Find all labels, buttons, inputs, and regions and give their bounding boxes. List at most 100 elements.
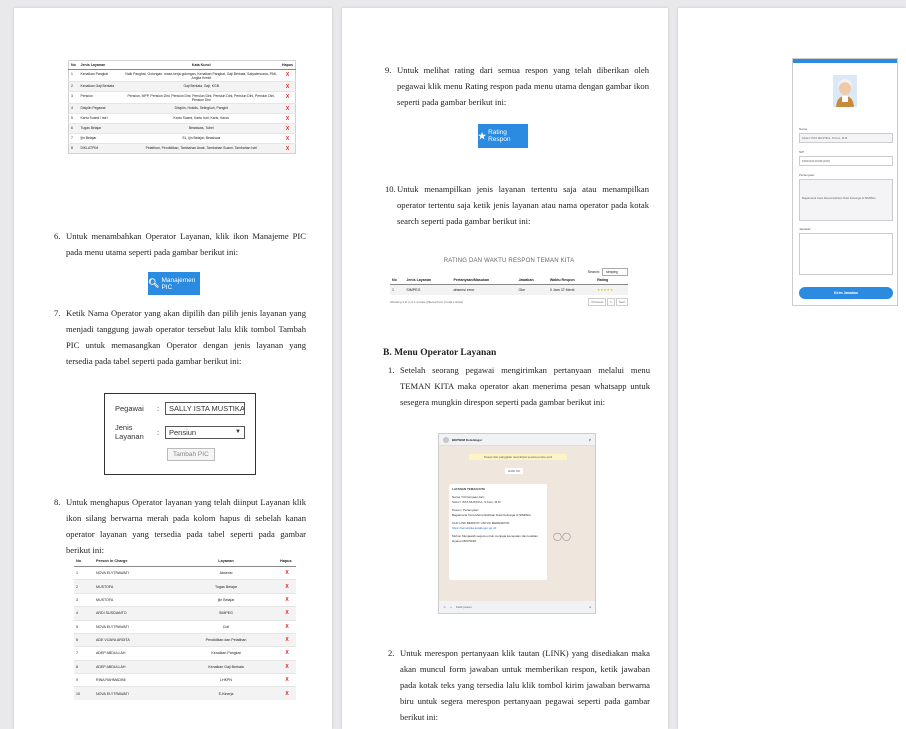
tambah-pic-button[interactable]: Tambah PIC bbox=[167, 448, 215, 461]
kirim-jawaban-button[interactable]: Kirim Jawaban bbox=[799, 287, 893, 299]
table-row: 1 Kenaikan Pangkat Naik Pangkat, Golongan,… bbox=[68, 69, 296, 82]
step-7: 7. Ketik Nama Operator yang akan dipilih… bbox=[54, 305, 306, 369]
col-no: No bbox=[390, 276, 405, 285]
delete-icon[interactable]: X bbox=[280, 123, 296, 134]
step-number: 6. bbox=[54, 231, 61, 241]
delete-icon[interactable]: X bbox=[278, 646, 296, 661]
button-label: Rating Respon bbox=[488, 129, 511, 143]
table-cell: 5 bbox=[68, 113, 79, 124]
step-number: 8. bbox=[54, 497, 61, 507]
table-cell: 2 bbox=[74, 579, 94, 594]
page-1-button[interactable]: 1 bbox=[607, 298, 615, 306]
col-rating: Rating bbox=[595, 276, 628, 285]
col-kata-kunci: Kata Kunci bbox=[122, 60, 281, 70]
table-row: 1 NOVA ELYTRAWATI Absensi X bbox=[74, 565, 296, 580]
pegawai-input[interactable]: SALLY ISTA MUSTIKA, S bbox=[165, 402, 245, 415]
delete-icon[interactable]: X bbox=[280, 81, 296, 92]
delete-icon[interactable]: X bbox=[280, 113, 296, 124]
delete-icon[interactable]: X bbox=[278, 659, 296, 674]
table-cell: 10 bbox=[74, 686, 94, 700]
keyword-table: No Jenis Layanan Kata Kunci Hapus 1 Kenai… bbox=[68, 60, 296, 154]
table-cell: MUSTOFA bbox=[94, 592, 174, 607]
table-cell: Kenaikan Pangkat bbox=[78, 69, 123, 82]
table-row: 6 Tugas Belajar Beasiswa, Tubel X bbox=[68, 123, 296, 134]
jenis-layanan-value: Pensiun bbox=[169, 427, 197, 437]
table-cell: Pensiun bbox=[78, 91, 123, 104]
delete-icon[interactable]: X bbox=[278, 565, 296, 580]
delete-icon[interactable]: X bbox=[280, 91, 296, 104]
delete-icon[interactable]: X bbox=[278, 686, 296, 700]
table-cell: 3 bbox=[74, 592, 94, 607]
table-row: 5 NOVA ELYTRAWATI Cuti X bbox=[74, 619, 296, 634]
table-row: 7 ADEP ABDULLAH Kenaikan Pangkat X bbox=[74, 646, 296, 661]
colon: : bbox=[157, 404, 160, 413]
delete-icon[interactable]: X bbox=[278, 606, 296, 620]
manajemen-pic-button[interactable]: 🔍︎ Manajemen PIC bbox=[148, 272, 200, 295]
delete-icon[interactable]: X bbox=[280, 143, 296, 154]
table-cell: 3 bbox=[68, 91, 79, 104]
jawaban-textarea[interactable] bbox=[799, 233, 893, 275]
table-cell: RINA RAHMADINI bbox=[94, 672, 174, 687]
table-cell: Pendidikan dan Pelatihan bbox=[174, 632, 278, 647]
nip-field[interactable]: 198101012010012002 bbox=[799, 156, 893, 166]
col-jenis-layanan: Jenis Layanan bbox=[78, 60, 123, 70]
step-10: 10. Untuk menampilkan jenis layanan tert… bbox=[385, 181, 649, 229]
pertanyaan-field[interactable]: Bagaimana Cara Menambahkan Data Keluarga… bbox=[799, 179, 893, 221]
search-label: Search: bbox=[587, 270, 600, 274]
col-jenis-layanan: Jenis Layanan bbox=[404, 276, 452, 285]
delete-icon[interactable]: X bbox=[278, 672, 296, 687]
table-cell: 7 bbox=[74, 646, 94, 661]
table-cell: Cuti bbox=[174, 619, 278, 634]
delete-icon[interactable]: X bbox=[278, 579, 296, 594]
rating-table: No Jenis Layanan Pertanyaan/Masukan Jawa… bbox=[390, 276, 628, 295]
table-cell: NOVA ELYTRAWATI bbox=[94, 686, 174, 700]
col-person-in-charge: Person In Charge bbox=[94, 556, 174, 567]
nama-field[interactable]: SALLY ISTA MUSTIKA, S.Kom, M.M bbox=[799, 133, 893, 143]
table-row: 5 Kartu Suami / Istri Kartu Suami, Kartu I… bbox=[68, 113, 296, 124]
table-cell: Ijin Belajar bbox=[78, 133, 123, 144]
table-cell: 1 bbox=[68, 69, 79, 82]
cell: absensi error bbox=[451, 284, 517, 295]
table-row: 2 MUSTOFA Tugas Belajar X bbox=[74, 579, 296, 594]
col-jawaban: Jawaban bbox=[516, 276, 548, 285]
step-b1: 1. Setelah seorang pegawai mengirimkan p… bbox=[388, 362, 650, 410]
delete-icon[interactable]: X bbox=[278, 619, 296, 634]
col-pertanyaan: Pertanyaan/Masukan bbox=[451, 276, 517, 285]
next-button[interactable]: Next bbox=[615, 298, 628, 306]
table-row: 10 NOVA ELYTRAWATI E-Kinerja X bbox=[74, 686, 296, 700]
avatar bbox=[443, 436, 449, 443]
delete-icon[interactable]: X bbox=[278, 592, 296, 607]
step-8: 8. Untuk menghapus Operator layanan yang… bbox=[54, 494, 306, 558]
col-no: No bbox=[68, 60, 79, 70]
table-cell: 6 bbox=[68, 123, 79, 134]
search-input[interactable]: simpeg bbox=[602, 268, 628, 276]
table-cell: 8 bbox=[74, 659, 94, 674]
jenis-layanan-label: Jenis Layanan bbox=[115, 423, 144, 441]
table-cell: Kenaikan Gaji Berkala bbox=[174, 659, 278, 674]
previous-button[interactable]: Previous bbox=[588, 298, 607, 306]
reaction-icon: ◯◯ bbox=[553, 532, 571, 541]
response-link[interactable]: https://temankita.kotabogor.go.id/ bbox=[452, 526, 544, 531]
step-b2: 2. Untuk merespon pertanyaan klik tautan… bbox=[388, 645, 650, 725]
emoji-icon[interactable]: ☺ bbox=[443, 605, 446, 609]
mic-icon[interactable]: ● bbox=[589, 605, 591, 609]
message-input[interactable]: Ketik pesan bbox=[456, 605, 472, 609]
table-cell: Tugas Belajar bbox=[174, 579, 278, 594]
jenis-layanan-select[interactable]: Pensiun ▼ bbox=[165, 425, 245, 439]
table-cell: Disiplin Pegawai bbox=[78, 103, 123, 114]
date-chip: HARI INI bbox=[505, 468, 523, 474]
whatsapp-screenshot: BKPSDM Kota Bogor ⚲ Pesan dan panggilan … bbox=[438, 433, 596, 614]
attach-icon[interactable]: + bbox=[450, 605, 452, 609]
nama-label: Nama bbox=[799, 127, 808, 131]
bubble-line: Bagaimana Cara Menambahkan Data Keluarga… bbox=[452, 513, 531, 517]
table-row: 6 ADE VIJAYA ARDITA Pendidikan dan Pelatih… bbox=[74, 632, 296, 647]
delete-icon[interactable]: X bbox=[280, 133, 296, 144]
cell: 0 Jam 37 Menit bbox=[547, 284, 596, 295]
trophy-icon: ★ bbox=[478, 130, 487, 141]
delete-icon[interactable]: X bbox=[278, 632, 296, 647]
delete-icon[interactable]: X bbox=[280, 69, 296, 82]
rating-respon-button[interactable]: ★ Rating Respon bbox=[478, 124, 528, 148]
delete-icon[interactable]: X bbox=[280, 103, 296, 114]
table-cell: SIMPEG bbox=[174, 606, 278, 620]
table-row: 4 ARDI SUSDIANTO SIMPEG X bbox=[74, 606, 296, 620]
